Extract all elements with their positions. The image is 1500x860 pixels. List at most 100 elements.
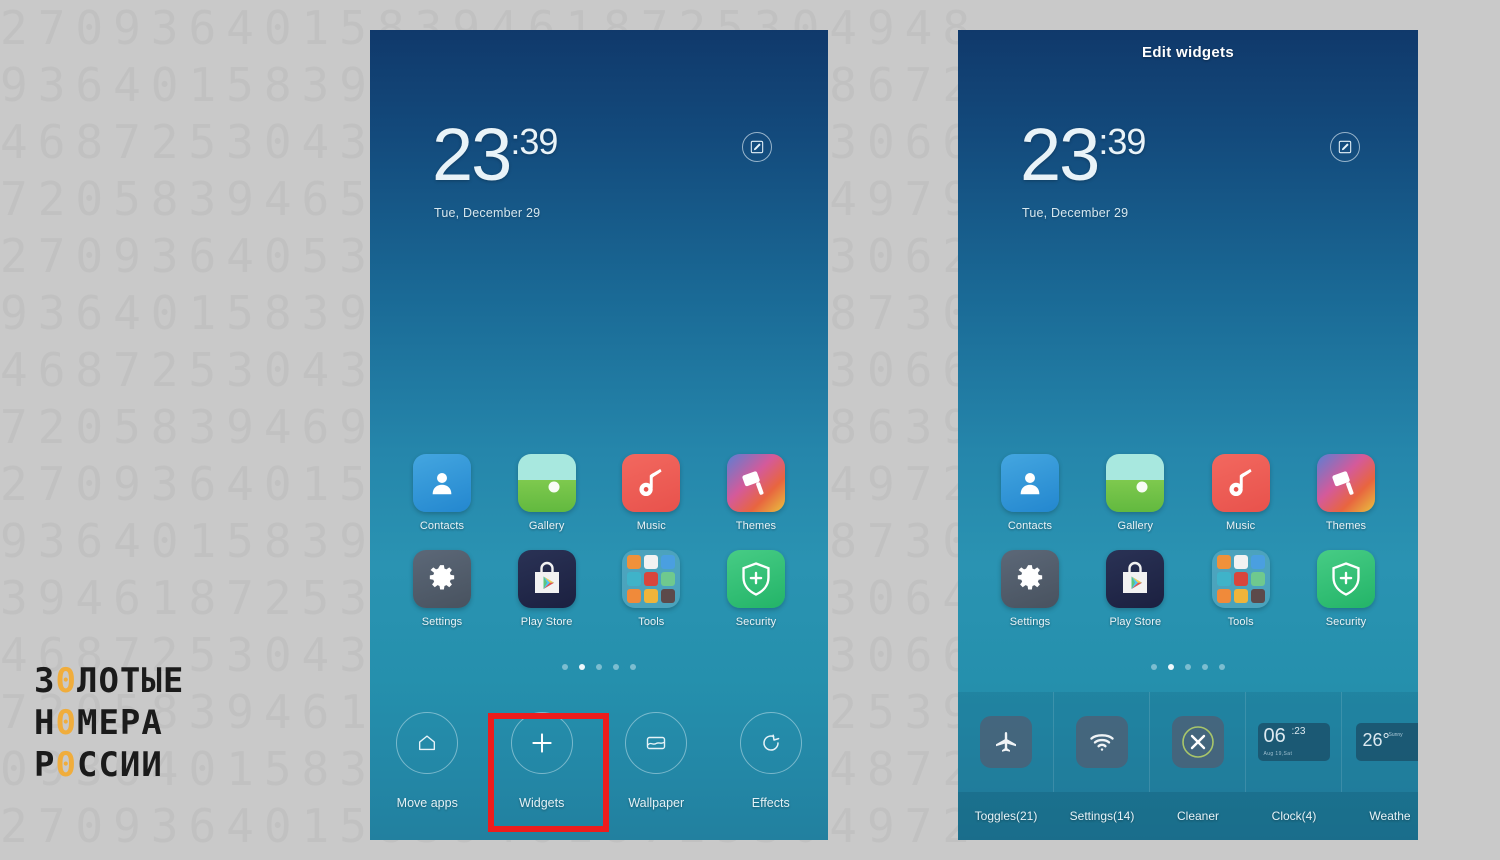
page-indicator-dots[interactable] (958, 664, 1418, 670)
app-themes[interactable]: Themes (710, 454, 802, 532)
tools-folder-icon (1211, 550, 1270, 608)
page-dot[interactable] (1219, 664, 1225, 670)
app-play-store[interactable]: Play Store (501, 550, 593, 628)
app-security[interactable]: Security (1300, 550, 1392, 628)
app-label: Music (1226, 520, 1256, 532)
settings-gear-icon (1001, 550, 1059, 608)
app-music[interactable]: Music (1195, 454, 1287, 532)
widget-picker-item-toggles[interactable] (958, 692, 1054, 792)
music-icon (622, 454, 681, 512)
toolbar-item-widgets[interactable]: Widgets (485, 712, 600, 810)
folder-mini-icon (661, 555, 676, 569)
app-contacts[interactable]: Contacts (984, 454, 1076, 532)
folder-mini-icon (661, 572, 676, 586)
watermark-logo: З0ЛОТЫЕ Н0МЕРА Р0ССИИ (34, 660, 184, 786)
app-themes[interactable]: Themes (1300, 454, 1392, 532)
wifi-icon (1075, 716, 1128, 768)
watermark-line2-post: МЕРА (76, 703, 163, 743)
widget-picker-tray[interactable]: 06:23 Aug 19,Sat 26° Sunny Toggles(21) Setti… (958, 692, 1418, 840)
page-dot[interactable] (1151, 664, 1157, 670)
page-dot[interactable] (1202, 664, 1208, 670)
toolbar-label-wallpaper: Wallpaper (628, 796, 685, 810)
tools-folder-icon (622, 550, 681, 608)
widget-picker-item-weathe[interactable]: 26° Sunny (1342, 692, 1418, 792)
folder-mini-icon (1216, 589, 1231, 603)
app-label: Themes (735, 520, 777, 532)
folder-mini-icon (1250, 589, 1265, 603)
app-grid: Contacts Gallery Music Themes Settings P… (958, 454, 1418, 646)
watermark-line-2: Н0МЕРА (34, 702, 184, 744)
clock-widget[interactable]: 23:39 Tue, December 29 (370, 118, 828, 220)
clock-date: Tue, December 29 (434, 206, 541, 220)
app-security[interactable]: Security (710, 550, 802, 628)
clock-hours: 23 (432, 113, 512, 196)
clock-widget[interactable]: 23:39 Tue, December 29 (958, 118, 1418, 220)
home-edit-toolbar: Move apps Widgets Wallpaper Effects (370, 700, 828, 840)
edit-square-icon[interactable] (742, 132, 772, 162)
clock-date: Tue, December 29 (1022, 206, 1129, 220)
play-store-icon (1106, 550, 1165, 608)
page-title: Edit widgets (1142, 44, 1234, 61)
toolbar-item-wallpaper[interactable]: Wallpaper (599, 712, 714, 810)
weather-widget-thumb: 26° Sunny (1355, 723, 1418, 761)
widget-picker-item-cleaner[interactable] (1150, 692, 1246, 792)
folder-mini-icon (1250, 572, 1265, 586)
watermark-line-3: Р0ССИИ (34, 744, 184, 786)
page-dot[interactable] (630, 664, 636, 670)
app-label: Contacts (419, 520, 465, 532)
widget-picker-item-settings[interactable] (1054, 692, 1150, 792)
toolbar-item-move-apps[interactable]: Move apps (370, 712, 485, 810)
thumb-weather-info: Sunny (1388, 732, 1403, 738)
thumb-clock-hours: 06 (1263, 725, 1286, 747)
page-dot[interactable] (596, 664, 602, 670)
toolbar-label-move-apps: Move apps (396, 796, 458, 810)
app-row: Settings Play Store Tools Security (984, 550, 1392, 628)
settings-gear-icon (413, 550, 471, 608)
folder-mini-icon-grid (1216, 555, 1265, 603)
page-dot[interactable] (579, 664, 585, 670)
security-shield-icon (726, 550, 785, 608)
page-dot[interactable] (1185, 664, 1191, 670)
app-play-store[interactable]: Play Store (1089, 550, 1181, 628)
page-indicator-dots[interactable] (370, 664, 828, 670)
edit-square-icon[interactable] (1330, 132, 1360, 162)
watermark-line3-post: ССИИ (76, 745, 163, 785)
toolbar-item-effects[interactable]: Effects (714, 712, 829, 810)
clock-minutes: :39 (510, 121, 558, 162)
folder-mini-icon (1233, 572, 1248, 586)
page-dot[interactable] (613, 664, 619, 670)
watermark-line1-zero: 0 (55, 661, 77, 701)
app-label: Settings (421, 616, 463, 628)
folder-mini-icon (1216, 572, 1231, 586)
widget-picker-label: Clock(4) (1271, 809, 1317, 823)
themes-icon (1316, 454, 1375, 512)
app-settings[interactable]: Settings (984, 550, 1076, 628)
app-gallery[interactable]: Gallery (501, 454, 593, 532)
app-contacts[interactable]: Contacts (396, 454, 488, 532)
app-music[interactable]: Music (605, 454, 697, 532)
app-row: Contacts Gallery Music Themes (396, 454, 802, 532)
app-tools[interactable]: Tools (605, 550, 697, 628)
watermark-line1-post: ЛОТЫЕ (76, 661, 185, 701)
widget-picker-labels: Toggles(21) Settings(14) Cleaner Clock(4) We… (958, 792, 1418, 840)
folder-mini-icon (1216, 555, 1231, 569)
clock-widget-thumb: 06:23 Aug 19,Sat (1257, 723, 1330, 761)
thumb-clock-minutes: :23 (1291, 726, 1306, 737)
watermark-line2-pre: Н (34, 703, 56, 743)
watermark-line-1: З0ЛОТЫЕ (34, 660, 184, 702)
background-number-row: 93640158394618725304948730 (0, 855, 1500, 860)
folder-mini-icon-grid (627, 555, 676, 603)
app-label: Music (636, 520, 666, 532)
app-settings[interactable]: Settings (396, 550, 488, 628)
gallery-icon (517, 454, 576, 512)
page-dot[interactable] (1168, 664, 1174, 670)
clock-time: 23:39 (1020, 118, 1418, 192)
folder-mini-icon (1250, 555, 1265, 569)
contacts-icon (1001, 454, 1059, 512)
app-gallery[interactable]: Gallery (1089, 454, 1181, 532)
app-tools[interactable]: Tools (1195, 550, 1287, 628)
widget-picker-label: Weathe (1369, 809, 1411, 823)
widget-picker-item-clock[interactable]: 06:23 Aug 19,Sat (1246, 692, 1342, 792)
page-dot[interactable] (562, 664, 568, 670)
app-grid: Contacts Gallery Music Themes Settings P… (370, 454, 828, 646)
